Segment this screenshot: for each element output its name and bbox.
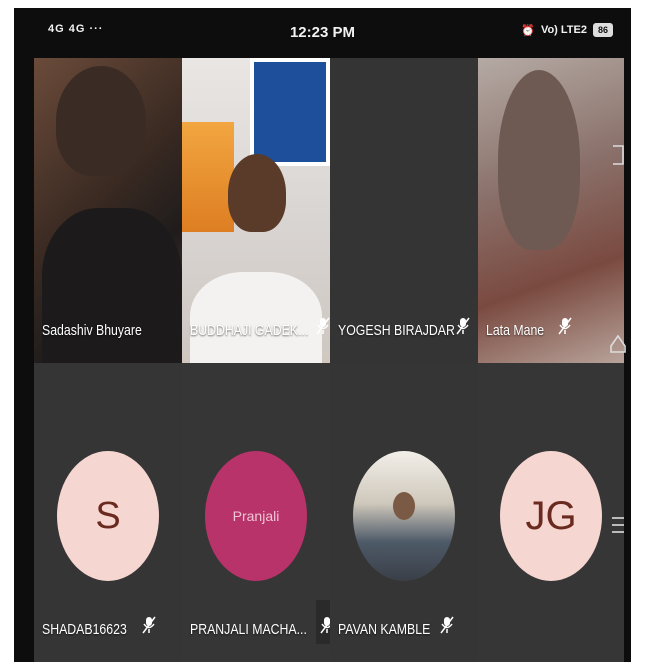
video-feed-body (42, 208, 182, 363)
participant-tile[interactable]: YOGESH BIRAJDAR (330, 58, 478, 363)
avatar: Pranjali (205, 451, 307, 581)
participant-tile[interactable]: PAVAN KAMBLE (330, 363, 478, 662)
alarm-icon: ⏰ (521, 24, 535, 37)
participant-tile[interactable]: Pranjali PRANJALI MACHA... (182, 363, 330, 662)
participant-tile[interactable]: BUDDHAJI GADEK... (182, 58, 330, 363)
wall-portrait (182, 122, 234, 232)
video-feed-body (190, 272, 322, 363)
video-feed (56, 66, 146, 176)
avatar: JG (500, 451, 602, 581)
status-bar: 4G 4G ··· 12:23 PM ⏰ Vo) LTE2 86 (14, 8, 631, 56)
recents-icon[interactable] (609, 514, 627, 536)
participant-tile[interactable]: S SHADAB16623 (34, 363, 182, 662)
participant-name: YOGESH BIRAJDAR (338, 322, 455, 339)
participant-tile[interactable]: JG (478, 363, 624, 662)
status-right: ⏰ Vo) LTE2 86 (521, 23, 613, 37)
back-icon[interactable] (609, 144, 627, 166)
mic-off-icon (558, 317, 572, 335)
home-icon[interactable] (609, 332, 627, 354)
participant-name: SHADAB16623 (42, 621, 127, 638)
participant-tile[interactable]: Sadashiv Bhuyare (34, 58, 182, 363)
participant-grid: Sadashiv Bhuyare BUDDHAJI GADEK... YOGES… (34, 58, 624, 662)
participant-tile[interactable]: Lata Mane (478, 58, 624, 363)
participant-name: Lata Mane (486, 322, 545, 339)
participant-name: PAVAN KAMBLE (338, 621, 431, 638)
battery-icon: 86 (592, 23, 613, 37)
network-indicators: Vo) LTE2 (540, 24, 587, 36)
participant-name: Sadashiv Bhuyare (42, 322, 142, 339)
mic-off-icon (316, 317, 330, 335)
avatar: S (57, 451, 159, 581)
mic-off-icon (142, 616, 156, 634)
participant-name: BUDDHAJI GADEK... (190, 322, 309, 339)
avatar (353, 451, 455, 581)
phone-screen: 4G 4G ··· 12:23 PM ⏰ Vo) LTE2 86 Sadashi… (14, 8, 631, 662)
mic-off-icon (456, 317, 470, 335)
wall-poster (250, 58, 330, 166)
avatar-photo-head (393, 492, 415, 520)
video-feed (498, 70, 580, 250)
mic-off-icon (320, 617, 330, 634)
video-feed (228, 154, 286, 232)
participant-name: PRANJALI MACHA... (190, 621, 307, 638)
mic-off-icon (440, 616, 454, 634)
